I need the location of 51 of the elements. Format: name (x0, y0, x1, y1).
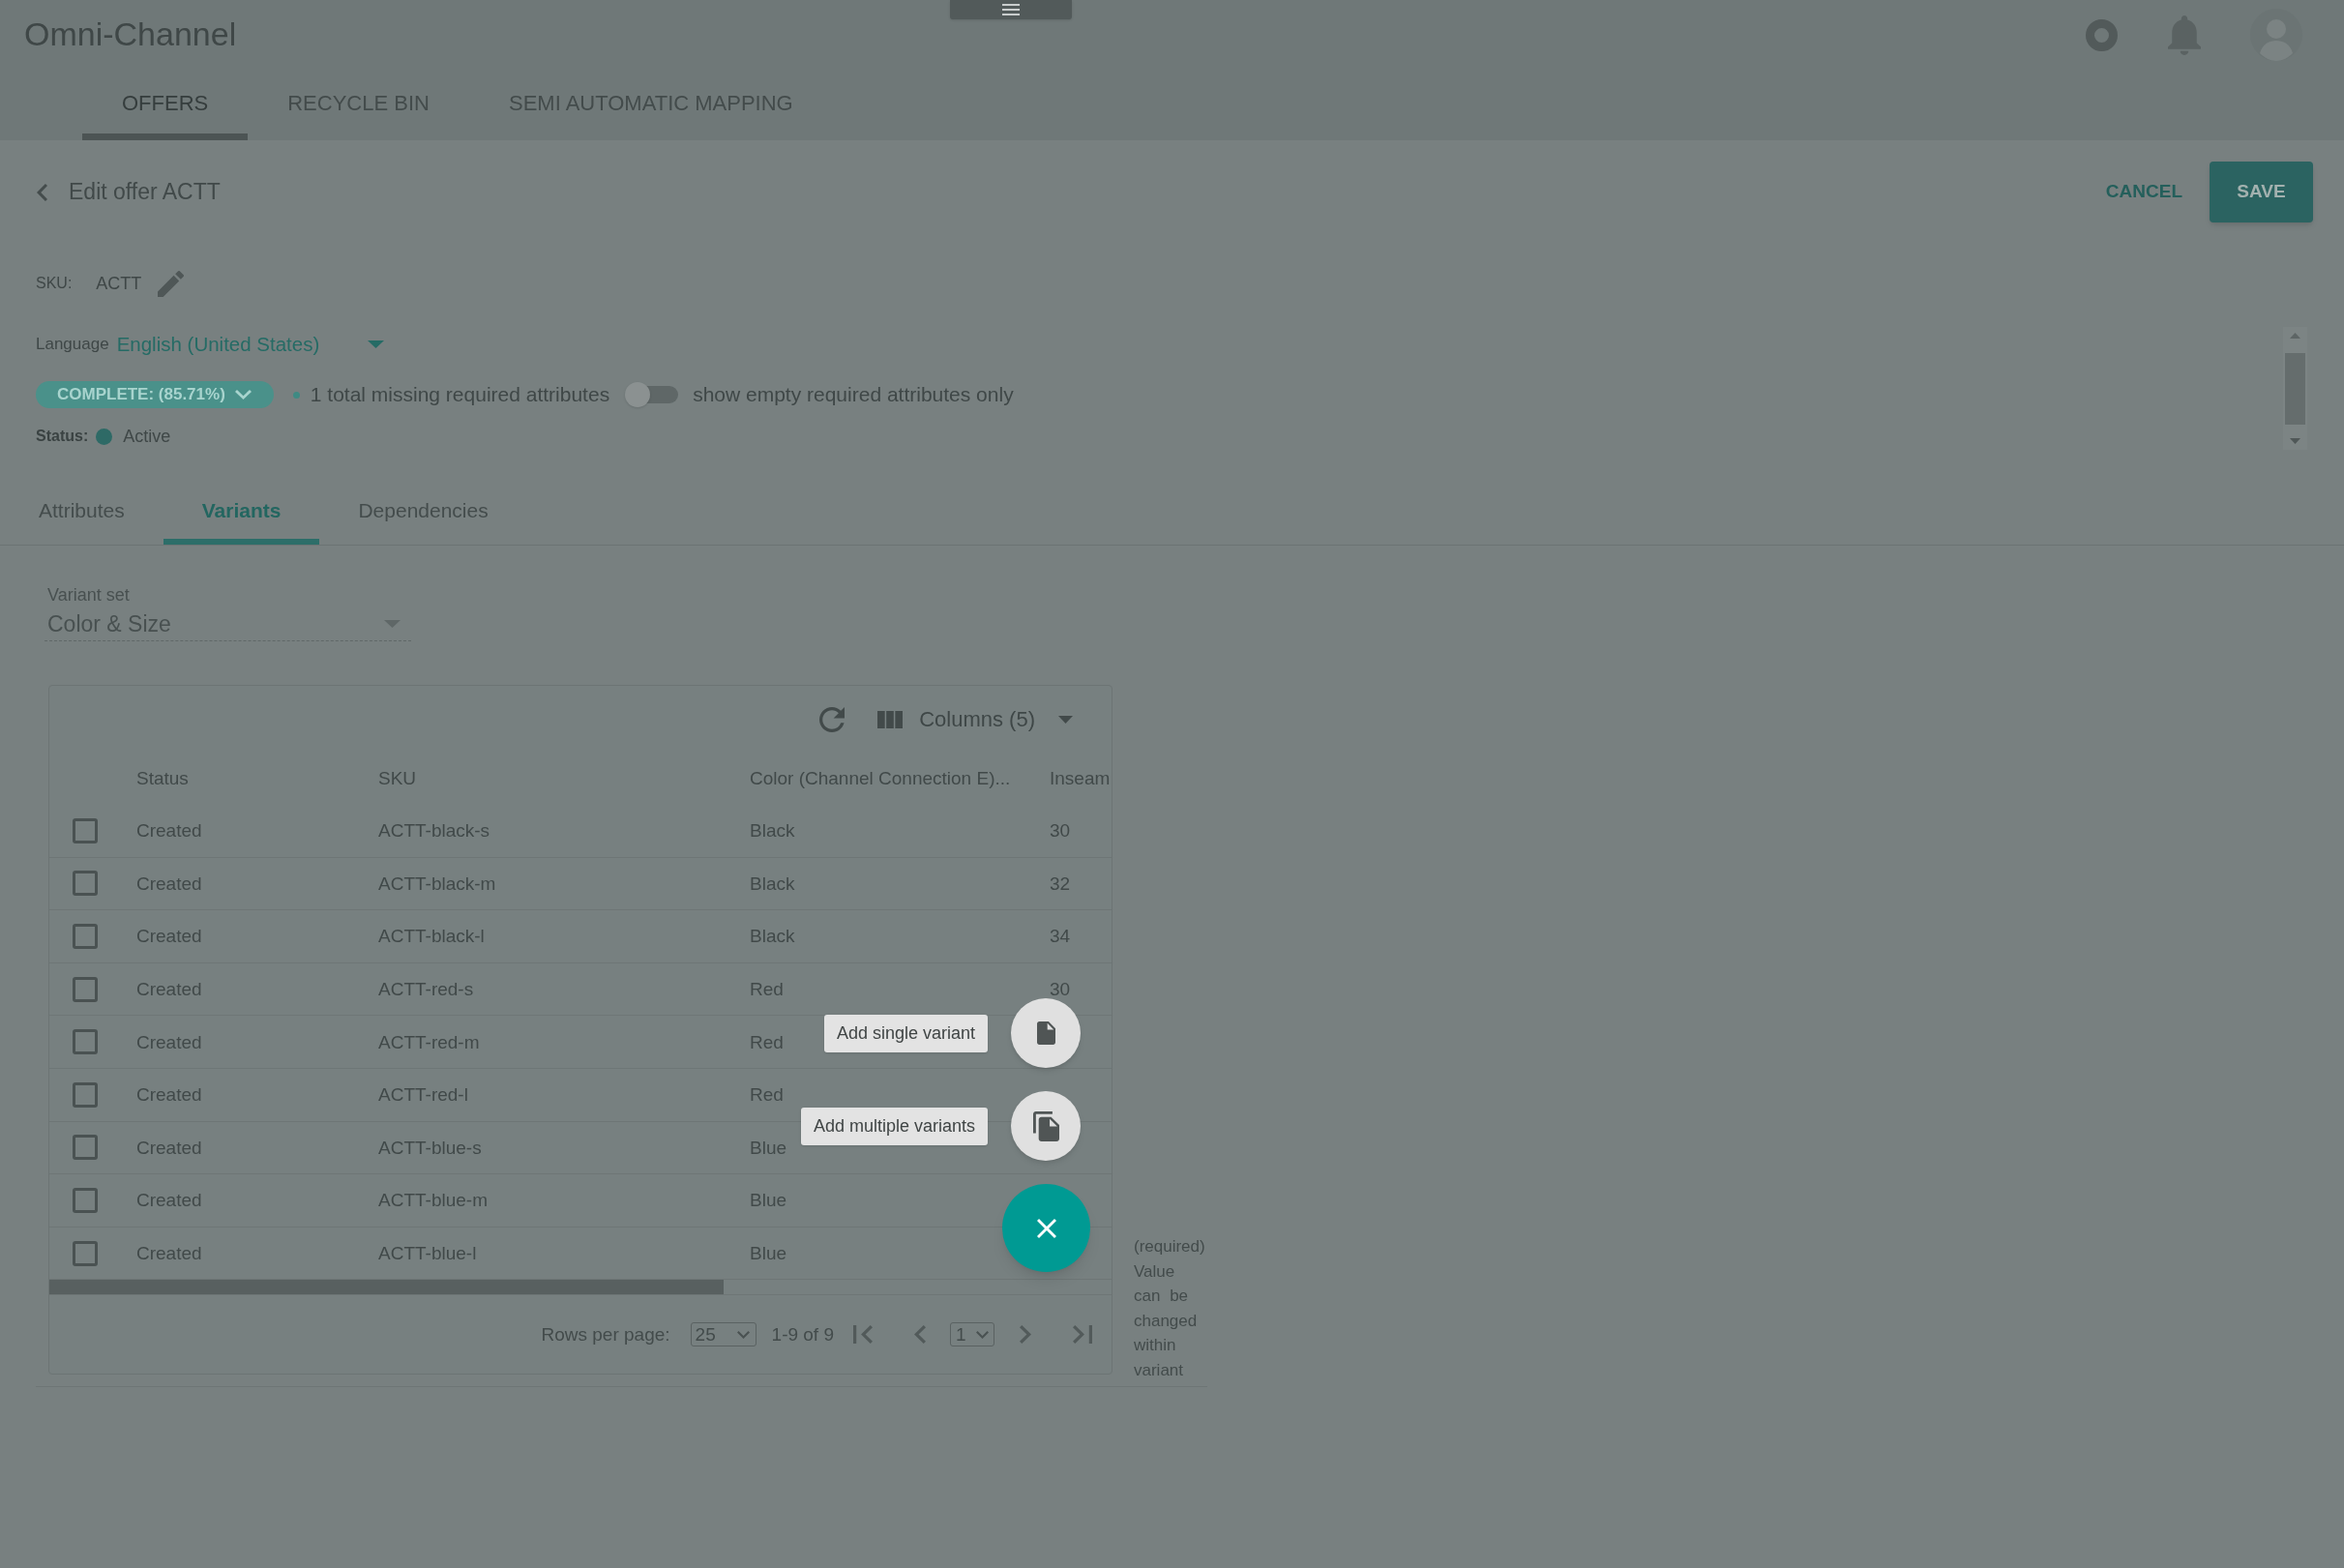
checkbox[interactable] (73, 1029, 98, 1055)
chevron-left-icon[interactable] (914, 1325, 926, 1345)
save-button[interactable]: SAVE (2210, 162, 2313, 222)
chevron-down-icon (976, 1330, 989, 1339)
chevron-down-icon (234, 390, 252, 399)
checkbox[interactable] (73, 976, 98, 1002)
caret-icon (367, 340, 384, 348)
vertical-scrollbar[interactable] (2283, 327, 2307, 450)
last-page-icon[interactable] (1073, 1325, 1092, 1345)
caret-down-icon (2290, 438, 2300, 444)
checkbox[interactable] (73, 1187, 98, 1213)
cancel-button[interactable]: CANCEL (2092, 162, 2196, 222)
checkbox[interactable] (73, 1135, 98, 1161)
checkbox[interactable] (73, 1240, 98, 1266)
refresh-icon[interactable] (819, 706, 846, 732)
sku-label: SKU: (36, 274, 73, 293)
checkbox[interactable] (73, 871, 98, 897)
caret-up-icon (2290, 333, 2300, 339)
language-select[interactable]: English (United States) (116, 329, 384, 360)
ring-icon[interactable] (2086, 18, 2118, 51)
toggle-switch[interactable] (625, 382, 680, 407)
tooltip: Add single variant (823, 1014, 988, 1052)
checkbox[interactable] (73, 924, 98, 949)
close-icon (1036, 1218, 1056, 1238)
checkbox[interactable] (73, 817, 98, 843)
nav-tab[interactable]: OFFERS (82, 73, 249, 140)
back-icon[interactable] (37, 183, 47, 201)
caret-icon (384, 620, 401, 628)
first-page-icon[interactable] (853, 1325, 873, 1345)
language-label: Language (36, 334, 109, 356)
caret-icon (1058, 715, 1073, 724)
page-title: Edit offer ACTT (69, 178, 221, 207)
tab[interactable]: Variants (163, 481, 320, 545)
columns-button[interactable]: Columns (5) (877, 703, 1073, 735)
chevron-right-icon[interactable] (1020, 1325, 1031, 1345)
copy-icon (1032, 1110, 1059, 1141)
pencil-icon[interactable] (158, 270, 185, 297)
tooltip: Add multiple variants (800, 1107, 988, 1145)
status-label: Status: (36, 427, 89, 446)
menu-icon (1002, 4, 1020, 15)
chevron-down-icon (736, 1330, 750, 1339)
checkbox[interactable] (73, 1081, 98, 1108)
toggle-label: show empty required attributes only (693, 382, 1014, 408)
columns-icon (877, 710, 904, 728)
sku-value: ACTT (96, 272, 142, 295)
status-value: Active (123, 425, 171, 448)
completeness-chip[interactable]: COMPLETE: (85.71%) (36, 381, 274, 408)
file-icon (1036, 1021, 1055, 1045)
missing-attributes-text: 1 total missing required attributes (310, 382, 610, 408)
horizontal-scrollbar[interactable] (49, 1280, 724, 1295)
menu-handle[interactable] (950, 0, 1072, 19)
